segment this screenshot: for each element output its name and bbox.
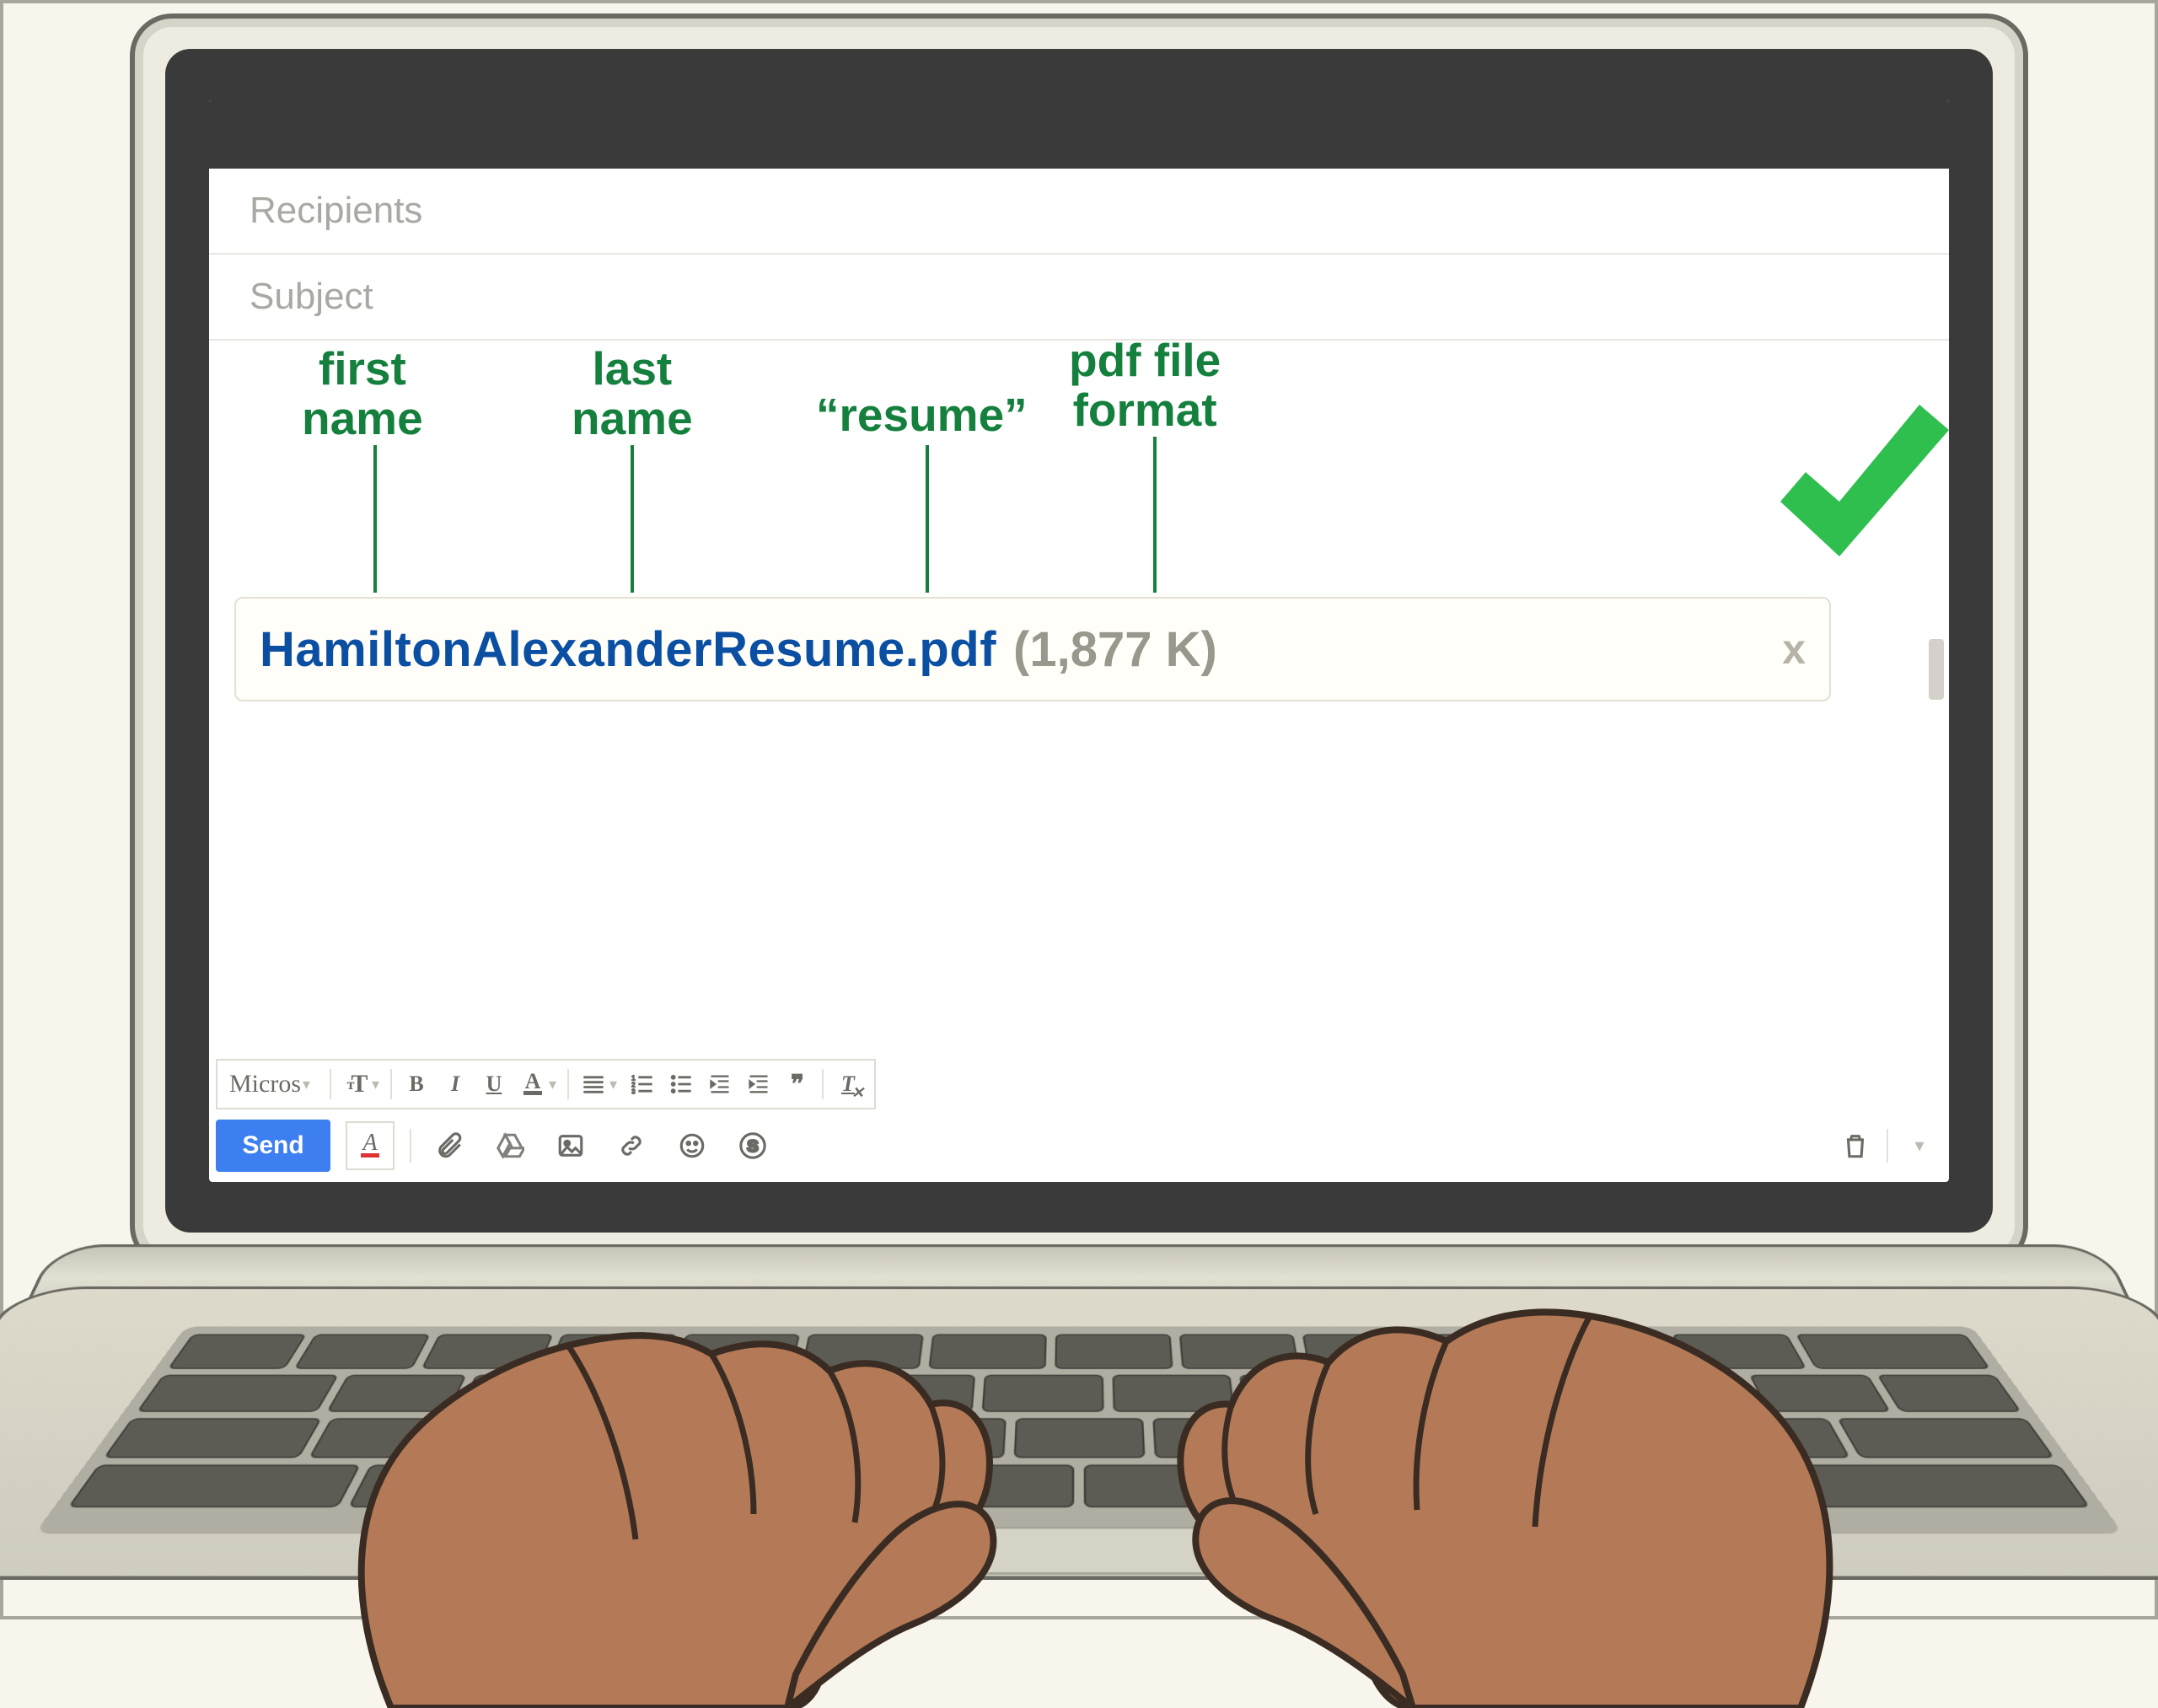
laptop: Recipients Subject first name last name … [54, 13, 2104, 1616]
insert-photo-icon[interactable] [548, 1123, 593, 1168]
annotation-last-name: last name [572, 344, 693, 444]
indent-less-button[interactable] [701, 1065, 739, 1104]
separator [390, 1069, 392, 1099]
svg-text:S: S [747, 1137, 758, 1156]
indent-more-button[interactable] [739, 1065, 778, 1104]
subject-placeholder: Subject [250, 276, 373, 318]
text-color-button[interactable]: A [513, 1065, 552, 1104]
compose-action-bar: Send A [216, 1116, 1942, 1175]
caret-down-icon[interactable]: ▾ [549, 1076, 562, 1093]
scrollbar-thumb[interactable] [1929, 639, 1944, 700]
attach-file-icon[interactable] [427, 1123, 472, 1168]
caret-down-icon[interactable]: ▾ [372, 1076, 385, 1093]
annotation-resume: “resume” [816, 390, 1028, 440]
attachment-filename: HamiltonAlexanderResume.pdf [260, 621, 996, 678]
align-button[interactable] [574, 1065, 613, 1104]
separator [1887, 1129, 1888, 1163]
bullet-list-button[interactable] [662, 1065, 701, 1104]
discard-draft-icon[interactable] [1833, 1123, 1878, 1168]
insert-emoji-icon[interactable] [669, 1123, 715, 1168]
window-titlebar [209, 99, 1949, 169]
font-family-select[interactable]: Micros ▾ [224, 1070, 325, 1098]
quote-button[interactable]: ❞ [778, 1065, 817, 1104]
attachment-chip[interactable]: HamiltonAlexanderResume.pdf (1,877 K) x [234, 597, 1831, 701]
bold-button[interactable]: B [397, 1065, 436, 1104]
attachment-remove-icon[interactable]: x [1782, 625, 1806, 674]
compose-body[interactable]: first name last name “resume” pdf file f… [209, 344, 1949, 1013]
screen-bezel: Recipients Subject first name last name … [165, 49, 1993, 1233]
send-button[interactable]: Send [216, 1120, 330, 1172]
insert-link-icon[interactable] [609, 1123, 654, 1168]
annotation-stem [926, 445, 929, 593]
annotation-stem [1153, 437, 1157, 593]
right-hand [1109, 1236, 1868, 1708]
more-options-icon[interactable]: ▾ [1897, 1123, 1942, 1168]
recipients-placeholder: Recipients [250, 190, 422, 232]
left-hand [315, 1253, 1040, 1708]
annotation-format: pdf file format [1069, 336, 1221, 436]
annotation-first-name: first name [302, 344, 423, 444]
checkmark-icon [1755, 388, 1949, 603]
font-name: Micros [229, 1070, 301, 1098]
separator [567, 1069, 569, 1099]
svg-text:3: 3 [631, 1088, 636, 1096]
separator [330, 1069, 331, 1099]
laptop-lid: Recipients Subject first name last name … [130, 13, 2028, 1268]
underline-button[interactable]: U [475, 1065, 513, 1104]
caret-down-icon: ▾ [303, 1076, 316, 1093]
drive-icon[interactable] [487, 1123, 533, 1168]
annotation-stem [631, 445, 634, 593]
numbered-list-button[interactable]: 123 [623, 1065, 662, 1104]
formatting-toolbar: Micros ▾ тT ▾ B I U A ▾ [216, 1059, 876, 1109]
italic-button[interactable]: I [436, 1065, 475, 1104]
email-compose-window: Recipients Subject first name last name … [209, 99, 1949, 1182]
subject-field[interactable]: Subject [209, 255, 1949, 341]
attachment-size: (1,877 K) [1013, 621, 1217, 678]
clear-formatting-button[interactable]: T ✕ [829, 1065, 867, 1104]
separator [410, 1129, 411, 1163]
annotation-stem [373, 445, 377, 593]
recipients-field[interactable]: Recipients [209, 169, 1949, 255]
caret-down-icon[interactable]: ▾ [609, 1076, 623, 1093]
text-format-toggle[interactable]: A [346, 1121, 395, 1170]
illustration-frame: Recipients Subject first name last name … [0, 0, 2158, 1619]
separator [822, 1069, 824, 1099]
skype-icon[interactable]: S [730, 1123, 776, 1168]
font-size-button[interactable]: тT [336, 1065, 375, 1104]
